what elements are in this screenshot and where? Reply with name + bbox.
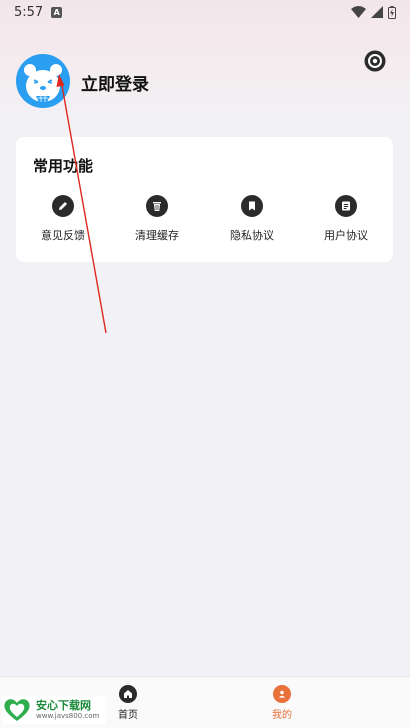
notification-a-icon: A xyxy=(51,6,63,18)
bookmark-icon xyxy=(241,195,263,217)
clear-cache-button[interactable]: 清理缓存 xyxy=(117,195,197,243)
bear-avatar-icon xyxy=(24,64,62,102)
user-agreement-label: 用户协议 xyxy=(324,229,368,242)
wifi-icon xyxy=(351,6,366,18)
profile-icon xyxy=(273,685,291,703)
watermark: 安心下载网 www.javs800.com xyxy=(2,696,106,724)
avatar[interactable] xyxy=(16,54,70,108)
status-time: 5:57 xyxy=(14,4,44,20)
nav-mine[interactable]: 我的 xyxy=(252,685,312,721)
watermark-title: 安心下载网 xyxy=(36,699,91,712)
privacy-policy-label: 隐私协议 xyxy=(230,229,274,242)
privacy-policy-button[interactable]: 隐私协议 xyxy=(212,195,292,243)
signal-icon xyxy=(371,6,383,18)
settings-button[interactable] xyxy=(362,48,388,74)
nav-home-label: 首页 xyxy=(118,710,138,721)
nav-home[interactable]: 首页 xyxy=(98,685,158,721)
clear-cache-label: 清理缓存 xyxy=(135,229,179,242)
gear-icon xyxy=(364,50,386,72)
card-title: 常用功能 xyxy=(33,157,94,175)
watermark-url: www.javs800.com xyxy=(36,712,100,720)
user-agreement-button[interactable]: 用户协议 xyxy=(306,195,386,243)
login-button[interactable]: 立即登录 xyxy=(81,70,149,95)
heart-logo-icon xyxy=(4,699,30,721)
trash-icon xyxy=(146,195,168,217)
status-bar: 5:57 A xyxy=(0,0,410,24)
nav-mine-label: 我的 xyxy=(272,710,292,721)
document-icon xyxy=(335,195,357,217)
home-icon xyxy=(119,685,137,703)
pencil-icon xyxy=(52,195,74,217)
battery-icon xyxy=(388,5,396,19)
common-functions-card: 常用功能 意见反馈 清理缓存 隐私协议 用户协议 xyxy=(16,137,393,262)
feedback-label: 意见反馈 xyxy=(41,229,85,242)
feedback-button[interactable]: 意见反馈 xyxy=(23,195,103,243)
